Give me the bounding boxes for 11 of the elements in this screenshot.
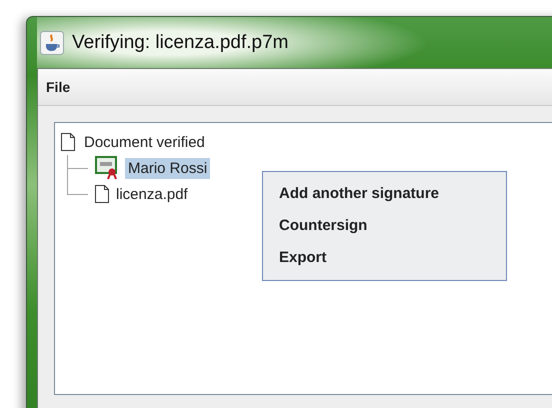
context-menu-item[interactable]: Add another signature [263,178,506,210]
tree-item[interactable]: Mario Rossi [125,158,210,178]
document-icon [95,185,109,203]
tree-item[interactable]: Document verified [81,132,208,152]
coffee-cup-icon [40,30,64,54]
menu-item[interactable]: File [46,79,70,95]
document-icon [61,133,75,151]
window-title: Verifying: licenza.pdf.p7m [72,32,289,54]
tree-item[interactable]: licenza.pdf [113,184,191,204]
context-menu-item[interactable]: Export [263,242,506,274]
context-menu-item[interactable]: Countersign [263,210,506,242]
